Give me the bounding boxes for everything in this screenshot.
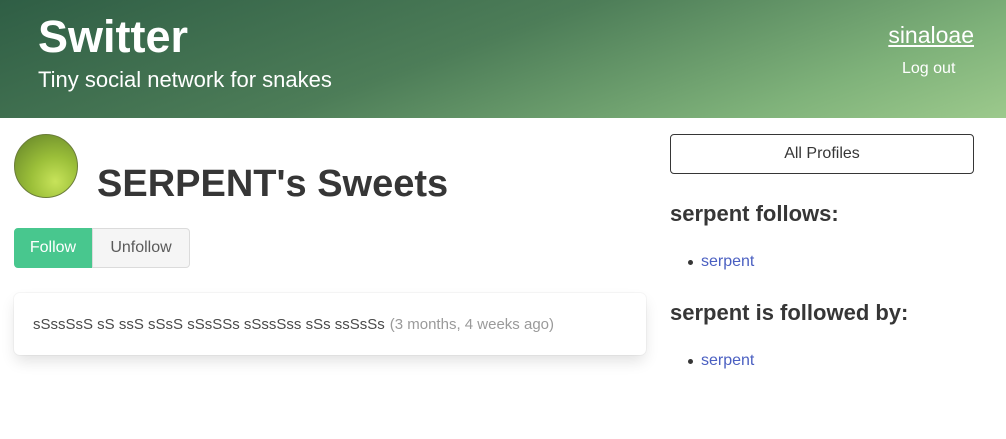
list-item: serpent <box>688 352 754 370</box>
follows-list: serpent <box>688 253 754 271</box>
page-title: SERPENT's Sweets <box>97 163 449 205</box>
all-profiles-button[interactable]: All Profiles <box>670 134 974 174</box>
logout-link[interactable]: Log out <box>902 60 955 78</box>
username-link[interactable]: sinaloae <box>888 22 974 49</box>
follows-profile-link[interactable]: serpent <box>701 253 754 271</box>
list-item: serpent <box>688 253 754 271</box>
sweet-text: sSssSsS sS ssS sSsS sSsSSs sSssSss sSs s… <box>33 315 385 333</box>
followed-by-profile-link[interactable]: serpent <box>701 352 754 370</box>
followed-by-list: serpent <box>688 352 754 370</box>
followed-by-heading: serpent is followed by: <box>670 300 909 325</box>
site-title: Switter <box>38 11 189 62</box>
follows-heading: serpent follows: <box>670 201 839 226</box>
follow-button[interactable]: Follow <box>14 228 92 268</box>
sweet-card: sSssSsS sS ssS sSsS sSsSSs sSssSss sSs s… <box>14 293 646 355</box>
avatar <box>14 134 78 198</box>
unfollow-button[interactable]: Unfollow <box>92 228 190 268</box>
bullet-icon <box>688 259 693 265</box>
hero-header: Switter Tiny social network for snakes s… <box>0 0 1006 118</box>
sweet-timestamp: (3 months, 4 weeks ago) <box>389 315 554 333</box>
bullet-icon <box>688 358 693 364</box>
site-subtitle: Tiny social network for snakes <box>38 67 332 92</box>
